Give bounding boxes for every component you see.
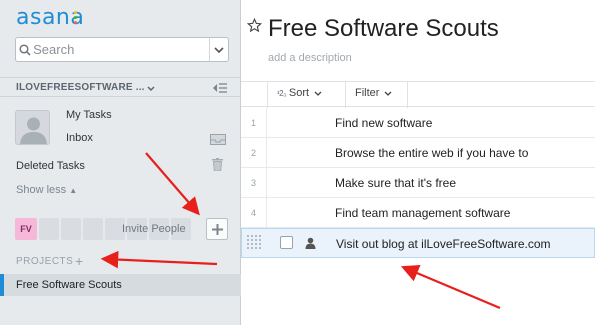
plus-icon (211, 223, 223, 235)
inbox-tray-icon (210, 132, 226, 150)
task-name[interactable]: Find team management software (335, 206, 510, 220)
sort-button[interactable]: ¹2₃ Sort (277, 87, 322, 99)
toolbar-divider (267, 82, 268, 108)
task-row[interactable]: 4 Find team management software (241, 198, 595, 228)
member-avatar[interactable]: FV (15, 218, 37, 240)
invite-people-link[interactable]: Invite People (122, 223, 186, 235)
add-project-icon[interactable]: + (75, 253, 83, 269)
description-field[interactable]: add a description (268, 52, 352, 64)
task-number: 4 (241, 198, 267, 228)
workspace-bar: ILOVEFREESOFTWARE ... (0, 77, 241, 97)
star-icon[interactable] (246, 17, 263, 38)
add-member-button[interactable] (206, 218, 228, 240)
task-name[interactable]: Make sure that it's free (335, 176, 456, 190)
show-less-label: Show less (16, 184, 67, 196)
member-slot (39, 218, 59, 240)
search-box (15, 37, 229, 62)
search-icon (16, 38, 33, 61)
assignee-icon[interactable] (305, 236, 316, 254)
task-number: 3 (241, 168, 267, 198)
task-number: 1 (241, 108, 267, 138)
chevron-down-icon[interactable] (146, 81, 156, 99)
sidebar-item-project[interactable]: Free Software Scouts (0, 274, 241, 296)
chevron-down-icon (314, 91, 322, 96)
chevron-down-icon (384, 91, 392, 96)
filter-button[interactable]: Filter (355, 87, 392, 99)
task-row-selected[interactable]: Visit out blog at ilLoveFreeSoftware.com (241, 228, 595, 258)
task-row[interactable]: 1 Find new software (241, 108, 595, 138)
page-title[interactable]: Free Software Scouts (268, 15, 499, 43)
toolbar-divider (407, 82, 408, 108)
trash-icon (212, 158, 223, 176)
logo-dots-icon (74, 11, 78, 26)
member-slot (83, 218, 103, 240)
workspace-name[interactable]: ILOVEFREESOFTWARE ... (16, 82, 145, 93)
sort-icon: ¹2₃ (277, 88, 286, 98)
drag-handle-icon[interactable] (246, 234, 264, 252)
collapse-sidebar-icon[interactable] (212, 81, 228, 99)
task-name[interactable]: Browse the entire web if you have to (335, 146, 528, 160)
task-checkbox[interactable] (280, 236, 293, 249)
nav-inbox[interactable]: Inbox (66, 132, 93, 144)
task-number: 2 (241, 138, 267, 168)
avatar[interactable] (15, 110, 50, 145)
member-slot (61, 218, 81, 240)
caret-up-icon: ▲ (69, 186, 78, 195)
project-label: Free Software Scouts (16, 279, 122, 291)
task-name[interactable]: Visit out blog at ilLoveFreeSoftware.com (336, 237, 551, 251)
main-panel: Free Software Scouts add a description ¹… (241, 0, 595, 325)
search-input[interactable] (33, 42, 210, 57)
toolbar: ¹2₃ Sort Filter (241, 81, 595, 108)
projects-header: PROJECTS (16, 256, 74, 267)
task-name[interactable]: Find new software (335, 116, 432, 130)
show-less-link[interactable]: Show less ▲ (16, 184, 77, 196)
user-silhouette-icon (20, 117, 47, 144)
nav-deleted-tasks[interactable]: Deleted Tasks (16, 160, 85, 172)
sidebar: asana ILOVEFREESOFTWARE ... My Tasks Inb… (0, 0, 241, 325)
toolbar-divider (345, 82, 346, 108)
task-row[interactable]: 2 Browse the entire web if you have to (241, 138, 595, 168)
filter-label: Filter (355, 87, 380, 99)
chevron-down-icon (214, 46, 224, 53)
nav-my-tasks[interactable]: My Tasks (66, 109, 112, 121)
task-row[interactable]: 3 Make sure that it's free (241, 168, 595, 198)
sort-label: Sort (288, 87, 310, 99)
search-dropdown-button[interactable] (209, 38, 228, 61)
